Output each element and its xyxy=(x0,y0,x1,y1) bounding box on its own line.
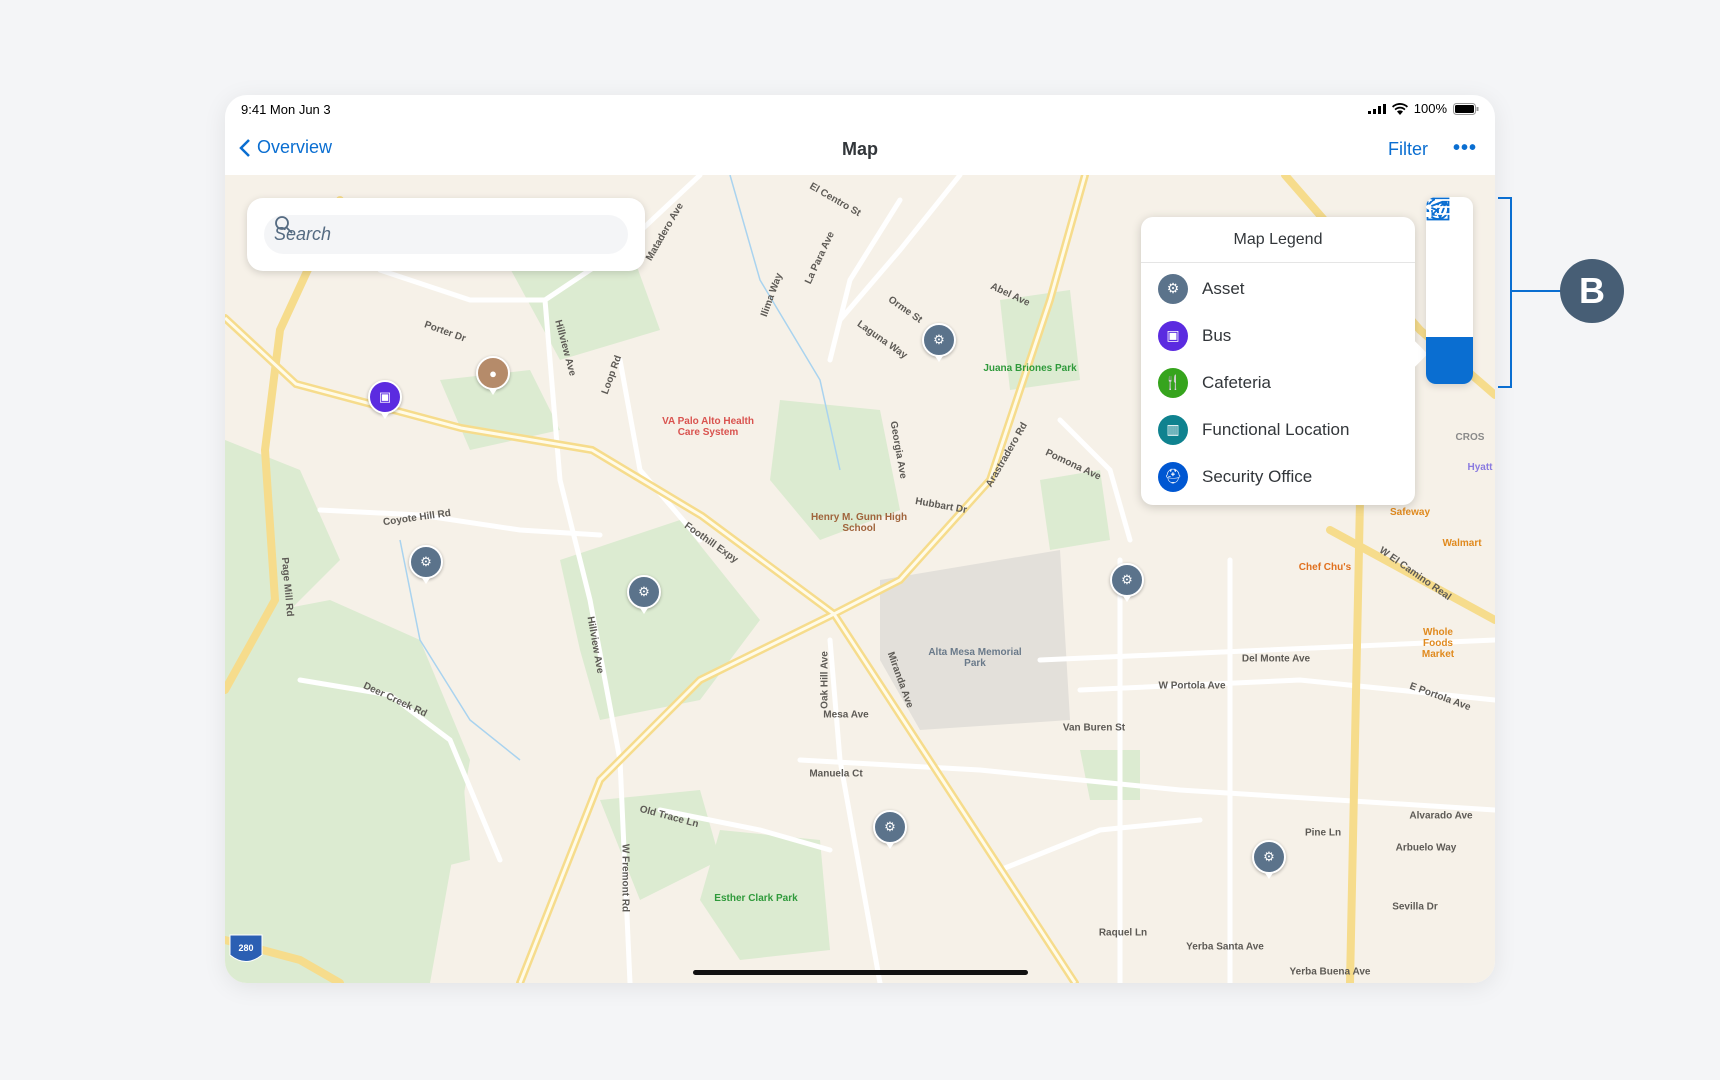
poi-label[interactable]: Safeway xyxy=(1390,507,1430,518)
poi-label[interactable]: Henry M. Gunn High School xyxy=(809,512,909,534)
police-cap-icon: ⛑ xyxy=(1158,461,1188,492)
poi-label[interactable]: CROS xyxy=(1456,432,1485,443)
avatar: ● xyxy=(489,365,497,381)
fullscreen-button[interactable] xyxy=(1426,197,1473,338)
legend-label: Security Office xyxy=(1202,466,1313,486)
battery-percent: 100% xyxy=(1413,101,1447,116)
page-title: Map xyxy=(842,139,878,159)
map-legend-popover: Map Legend ⚙ Asset ▣ Bus 🍴 Cafeteria ▥ Funct… xyxy=(1141,217,1428,505)
wifi-icon xyxy=(1391,102,1408,115)
status-bar: 9:41 Mon Jun 3 100% xyxy=(225,95,1495,125)
legend-item-cafeteria: 🍴 Cafeteria xyxy=(1141,359,1415,406)
robot-arm-icon: ⚙ xyxy=(884,819,896,834)
street-label: Manuela Ct xyxy=(809,768,863,780)
street-label: Alvarado Ave xyxy=(1409,810,1473,822)
legend-label: Bus xyxy=(1202,325,1232,345)
poi-label[interactable]: Whole Foods Market xyxy=(1410,627,1467,660)
street-label: Oak Hill Ave xyxy=(819,651,831,709)
robot-arm-icon: ⚙ xyxy=(933,332,945,347)
bus-icon: ▣ xyxy=(1158,320,1188,351)
map-view[interactable]: 280 Foothill Expy Coyote Hill Rd Page Mill… xyxy=(225,175,1495,983)
street-label: Del Monte Ave xyxy=(1241,653,1311,665)
street-label: Van Buren St xyxy=(1062,722,1126,734)
street-label: Arbuelo Way xyxy=(1395,842,1457,854)
user-avatar-marker[interactable]: ● xyxy=(476,356,510,395)
poi-label[interactable]: Alta Mesa Memorial Park xyxy=(925,647,1025,669)
fork-knife-icon: 🍴 xyxy=(1158,367,1188,398)
annotation-badge: B xyxy=(1560,259,1624,323)
asset-marker[interactable]: ⚙ xyxy=(1110,563,1144,602)
robot-arm-icon: ⚙ xyxy=(420,554,432,569)
navigation-bar: Overview Map Filter ••• xyxy=(225,125,1495,175)
asset-marker[interactable]: ⚙ xyxy=(922,323,956,362)
street-label: Mesa Ave xyxy=(823,709,869,721)
poi-label[interactable]: VA Palo Alto Health Care System xyxy=(658,416,758,438)
legend-label: Functional Location xyxy=(1202,419,1350,439)
asset-marker[interactable]: ⚙ xyxy=(873,810,907,849)
annotation-bracket xyxy=(1498,197,1512,388)
map-toolbar xyxy=(1426,197,1473,384)
street-label: Raquel Ln xyxy=(1098,927,1148,939)
poi-label[interactable]: Walmart xyxy=(1442,538,1481,549)
robot-arm-icon: ⚙ xyxy=(1263,849,1275,864)
legend-item-bus: ▣ Bus xyxy=(1141,312,1415,359)
bus-marker[interactable]: ▣ xyxy=(368,380,402,419)
robot-arm-icon: ⚙ xyxy=(638,584,650,599)
search-card: Search xyxy=(247,198,645,271)
legend-label: Asset xyxy=(1202,278,1245,298)
street-label: W Portola Ave xyxy=(1158,680,1226,692)
poi-label[interactable]: Esther Clark Park xyxy=(714,893,797,904)
legend-item-functional-location: ▥ Functional Location xyxy=(1141,406,1415,453)
ipad-frame: 9:41 Mon Jun 3 100% Overview Map Filter … xyxy=(225,95,1495,983)
annotation-line xyxy=(1512,290,1562,292)
highway-shield-label: 280 xyxy=(238,943,253,953)
legend-button[interactable] xyxy=(1426,197,1473,384)
asset-marker[interactable]: ⚙ xyxy=(627,575,661,614)
legend-title: Map Legend xyxy=(1141,217,1415,263)
poi-label[interactable]: Chef Chu's xyxy=(1299,562,1351,573)
street-label: W Fremont Rd xyxy=(619,843,631,913)
battery-icon xyxy=(1453,102,1479,115)
search-input[interactable]: Search xyxy=(264,215,628,254)
status-time: 9:41 Mon Jun 3 xyxy=(241,102,331,117)
search-icon xyxy=(275,216,293,234)
legend-item-security-office: ⛑ Security Office xyxy=(1141,453,1415,500)
legend-item-asset: ⚙ Asset xyxy=(1141,265,1415,312)
street-label: Yerba Santa Ave xyxy=(1186,941,1264,953)
poi-label[interactable]: Hyatt xyxy=(1467,462,1492,473)
asset-marker[interactable]: ⚙ xyxy=(1252,840,1286,879)
more-options-button[interactable]: ••• xyxy=(1453,137,1477,160)
robot-arm-icon: ⚙ xyxy=(1158,273,1188,304)
asset-marker[interactable]: ⚙ xyxy=(409,545,443,584)
bus-icon: ▣ xyxy=(378,389,392,404)
locate-me-button[interactable] xyxy=(1426,199,1473,291)
legend-list-icon xyxy=(1426,197,1452,217)
building-icon: ▥ xyxy=(1158,414,1188,445)
filter-button[interactable]: Filter xyxy=(1388,139,1428,160)
robot-arm-icon: ⚙ xyxy=(1121,572,1133,587)
home-indicator xyxy=(693,970,1028,975)
poi-label[interactable]: Juana Briones Park xyxy=(983,363,1076,374)
legend-label: Cafeteria xyxy=(1202,372,1271,392)
signal-icon xyxy=(1367,103,1386,114)
street-label: Yerba Buena Ave xyxy=(1289,966,1371,978)
street-label: Pine Ln xyxy=(1304,827,1342,839)
street-label: Sevilla Dr xyxy=(1392,901,1438,913)
